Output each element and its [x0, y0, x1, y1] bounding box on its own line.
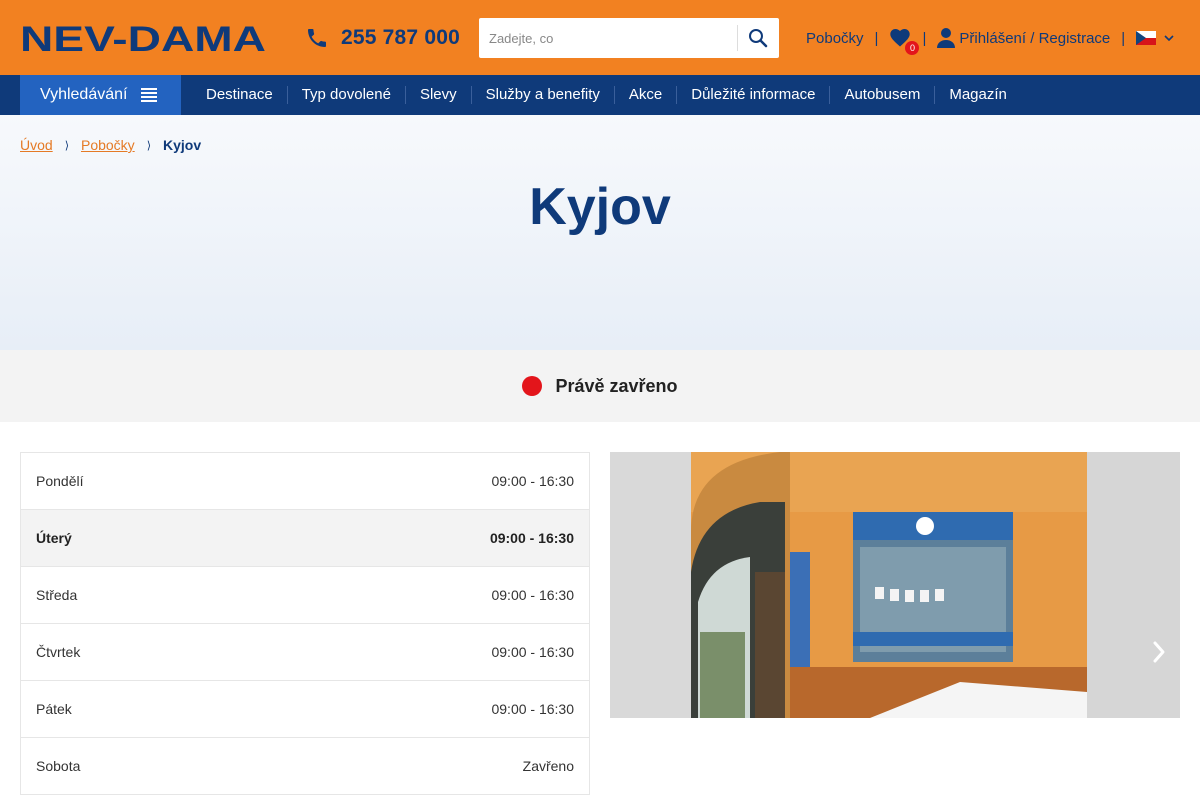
divider: | — [922, 29, 927, 47]
opening-status-text: Právě zavřeno — [555, 375, 678, 396]
login-label: Přihlášení / Registrace — [959, 29, 1111, 47]
nav-menu: Destinace Typ dovolené Slevy Služby a be… — [192, 75, 1021, 115]
branch-photo-gallery — [610, 452, 1180, 718]
opening-status-bar: Právě zavřeno — [0, 350, 1200, 422]
day-name: Sobota — [36, 758, 81, 774]
search-box — [479, 18, 779, 58]
breadcrumb-separator: ⟩ — [146, 139, 151, 152]
nev-dama-logo[interactable]: NEV-DAMA — [20, 24, 266, 52]
search-input[interactable] — [479, 19, 737, 57]
search-icon — [749, 29, 768, 48]
login-link[interactable]: Přihlášení / Registrace — [937, 28, 1110, 48]
day-name: Středa — [36, 587, 78, 603]
user-icon — [937, 28, 956, 48]
divider: | — [874, 29, 879, 47]
day-hours: 09:00 - 16:30 — [491, 587, 574, 603]
hours-row: Pondělí 09:00 - 16:30 — [21, 453, 589, 510]
breadcrumb-separator: ⟩ — [64, 139, 69, 152]
page-hero: Úvod ⟩ Pobočky ⟩ Kyjov Kyjov — [0, 115, 1200, 350]
main-nav: Vyhledávání Destinace Typ dovolené Slevy… — [0, 75, 1200, 115]
day-name: Úterý — [36, 530, 72, 546]
page-title: Kyjov — [529, 178, 671, 236]
language-selector[interactable] — [1136, 31, 1174, 45]
nav-item-destinace[interactable]: Destinace — [192, 86, 287, 104]
hours-row: Čtvrtek 09:00 - 16:30 — [21, 624, 589, 681]
phone-icon — [308, 29, 326, 47]
logo-text: NEV-DAMA — [20, 24, 266, 52]
day-hours: 09:00 - 16:30 — [491, 473, 574, 489]
branches-link[interactable]: Pobočky — [806, 30, 864, 47]
closed-status-dot — [522, 376, 543, 396]
chevron-down-icon — [1164, 35, 1174, 41]
branch-photo — [610, 452, 1180, 718]
divider: | — [1121, 29, 1126, 47]
nav-item-akce[interactable]: Akce — [613, 86, 676, 104]
phone-contact[interactable]: 255 787 000 — [305, 24, 460, 52]
site-header: NEV-DAMA 255 787 000 Pobočky | 0 | — [0, 0, 1200, 75]
hours-row: Středa 09:00 - 16:30 — [21, 567, 589, 624]
favorites-button[interactable]: 0 — [889, 27, 920, 55]
day-name: Pondělí — [36, 473, 84, 489]
phone-number: 255 787 000 — [341, 26, 460, 49]
nav-search-toggle[interactable]: Vyhledávání — [20, 75, 181, 115]
nav-search-label: Vyhledávání — [40, 86, 128, 103]
favorites-count-badge: 0 — [905, 41, 920, 55]
hours-row-today: Úterý 09:00 - 16:30 — [21, 510, 589, 567]
nav-item-typ-dovolene[interactable]: Typ dovolené — [286, 86, 405, 104]
day-hours: 09:00 - 16:30 — [489, 530, 574, 546]
hours-row: Sobota Zavřeno — [21, 738, 589, 795]
day-name: Čtvrtek — [36, 644, 81, 660]
nav-item-autobusem[interactable]: Autobusem — [829, 86, 934, 104]
breadcrumb-home-link[interactable]: Úvod — [20, 137, 53, 153]
day-hours: Zavřeno — [522, 758, 574, 774]
day-hours: 09:00 - 16:30 — [491, 701, 574, 717]
opening-hours-table: Pondělí 09:00 - 16:30 Úterý 09:00 - 16:3… — [20, 452, 590, 795]
breadcrumb: Úvod ⟩ Pobočky ⟩ Kyjov — [20, 137, 201, 153]
breadcrumb-branches-link[interactable]: Pobočky — [81, 137, 135, 153]
day-name: Pátek — [36, 701, 72, 717]
day-hours: 09:00 - 16:30 — [491, 644, 574, 660]
czech-flag-icon — [1136, 31, 1157, 45]
nav-item-magazin[interactable]: Magazín — [934, 86, 1021, 104]
top-links: Pobočky | 0 | Přihlášení / Registrace | — [806, 26, 1174, 55]
gallery-next-arrow-icon[interactable] — [1152, 640, 1166, 664]
breadcrumb-current: Kyjov — [162, 137, 202, 153]
search-button[interactable] — [738, 18, 778, 58]
nav-item-sluzby-a-benefity[interactable]: Služby a benefity — [470, 86, 614, 104]
list-menu-icon — [141, 88, 158, 102]
hours-row: Pátek 09:00 - 16:30 — [21, 681, 589, 738]
nav-item-dulezite-informace[interactable]: Důležité informace — [676, 86, 829, 104]
nav-item-slevy[interactable]: Slevy — [404, 86, 471, 104]
